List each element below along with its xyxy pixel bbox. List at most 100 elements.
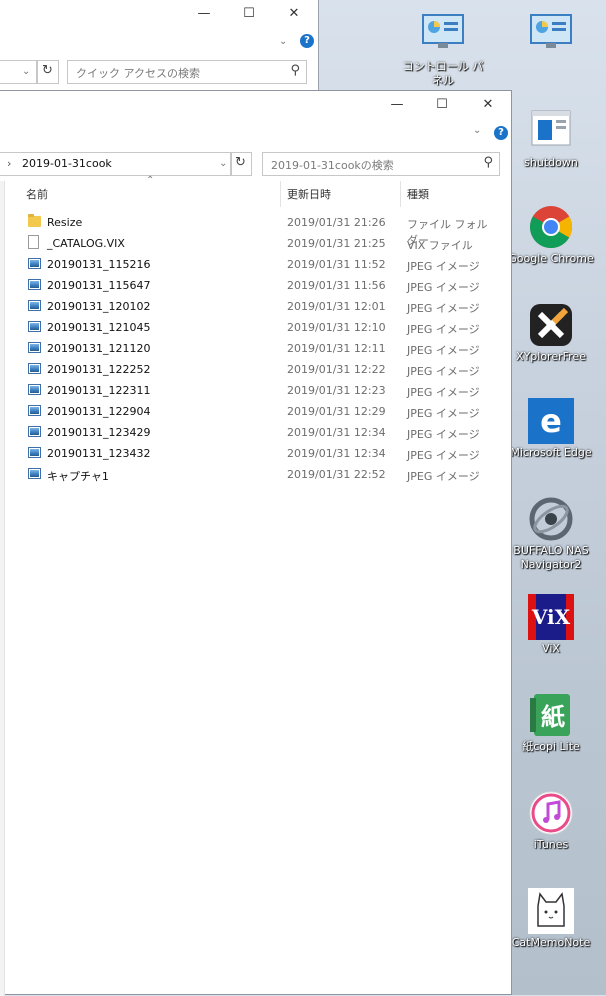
file-name: 20190131_121045 xyxy=(47,321,151,334)
search-input[interactable]: 2019-01-31cookの検索 ⚲ xyxy=(262,152,500,176)
desktop-icon-xyplorer[interactable]: XYplorerFree xyxy=(506,302,596,364)
desktop-icon-label: Google Chrome xyxy=(508,252,594,265)
desktop-icon-control-panel-2[interactable] xyxy=(506,12,596,60)
image-icon xyxy=(28,468,41,479)
file-type: JPEG イメージ xyxy=(407,470,480,483)
column-header-type[interactable]: 種類 xyxy=(407,186,429,202)
file-name: 20190131_115647 xyxy=(47,279,151,292)
file-type: JPEG イメージ xyxy=(407,323,480,336)
buffalo-nas-icon xyxy=(528,496,574,542)
xyplorer-icon xyxy=(528,302,574,348)
desktop-icon-kamicopi[interactable]: 紙 紙copi Lite xyxy=(506,692,596,754)
refresh-icon: ↻ xyxy=(235,155,246,170)
file-type: JPEG イメージ xyxy=(407,428,480,441)
refresh-icon: ↻ xyxy=(42,63,53,78)
file-type: JPEG イメージ xyxy=(407,302,480,315)
list-item[interactable]: 20190131_115216 2019/01/31 11:52 JPEG イメ… xyxy=(24,254,494,275)
itunes-icon xyxy=(528,790,574,836)
control-panel-icon xyxy=(528,12,574,58)
search-placeholder: クイック アクセスの検索 xyxy=(76,67,200,80)
help-icon[interactable]: ? xyxy=(494,126,508,140)
help-icon[interactable]: ? xyxy=(300,34,314,48)
file-name: Resize xyxy=(47,216,83,229)
image-icon xyxy=(28,279,41,290)
desktop-icon-buffalo-nas[interactable]: BUFFALO NAS Navigator2 xyxy=(506,496,596,572)
chevron-down-icon[interactable]: ⌄ xyxy=(473,125,481,136)
column-divider[interactable] xyxy=(400,181,401,207)
file-date: 2019/01/31 12:01 xyxy=(287,300,386,313)
column-header-name[interactable]: 名前 xyxy=(26,186,48,202)
list-item[interactable]: 20190131_123432 2019/01/31 12:34 JPEG イメ… xyxy=(24,443,494,464)
desktop-icon-label: ViX xyxy=(542,642,560,655)
desktop-icon-label: XYplorerFree xyxy=(516,350,586,363)
list-item[interactable]: 20190131_120102 2019/01/31 12:01 JPEG イメ… xyxy=(24,296,494,317)
list-item[interactable]: 20190131_121120 2019/01/31 12:11 JPEG イメ… xyxy=(24,338,494,359)
chevron-down-icon[interactable]: ⌄ xyxy=(279,36,287,47)
file-date: 2019/01/31 12:34 xyxy=(287,426,386,439)
close-icon[interactable]: ✕ xyxy=(286,6,302,22)
file-type: VIX ファイル xyxy=(407,239,473,252)
desktop-icon-label: 紙copi Lite xyxy=(522,740,580,753)
desktop-icon-google-chrome[interactable]: Google Chrome xyxy=(506,204,596,266)
file-date: 2019/01/31 22:52 xyxy=(287,468,386,481)
refresh-button[interactable]: ↻ xyxy=(231,152,252,176)
image-icon xyxy=(28,384,41,395)
back-explorer-window[interactable]: — ☐ ✕ ⌄ ? ⌄ ↻ クイック アクセスの検索 ⚲ xyxy=(0,0,319,91)
file-name: 20190131_120102 xyxy=(47,300,151,313)
control-panel-icon xyxy=(420,12,466,58)
list-item[interactable]: _CATALOG.VIX 2019/01/31 21:25 VIX ファイル xyxy=(24,233,494,254)
desktop-icon-itunes[interactable]: iTunes xyxy=(506,790,596,852)
column-divider[interactable] xyxy=(280,181,281,207)
file-date: 2019/01/31 21:25 xyxy=(287,237,386,250)
column-header-date[interactable]: 更新日時 xyxy=(287,186,331,202)
explorer-window[interactable]: — ☐ ✕ ⌄ ? › 2019-01-31cook ⌄ ↻ 2019-01-3… xyxy=(0,90,512,996)
search-input[interactable]: クイック アクセスの検索 ⚲ xyxy=(67,60,307,84)
edge-icon: e xyxy=(528,398,574,444)
desktop-icon-label: CatMemoNote xyxy=(511,936,591,949)
desktop-icon-microsoft-edge[interactable]: e Microsoft Edge xyxy=(506,398,596,460)
file-type: JPEG イメージ xyxy=(407,344,480,357)
list-item[interactable]: 20190131_121045 2019/01/31 12:10 JPEG イメ… xyxy=(24,317,494,338)
shutdown-icon xyxy=(528,108,574,154)
file-date: 2019/01/31 12:11 xyxy=(287,342,386,355)
navigation-pane-edge[interactable] xyxy=(0,181,5,996)
document-icon xyxy=(28,235,39,249)
list-item[interactable]: 20190131_122311 2019/01/31 12:23 JPEG イメ… xyxy=(24,380,494,401)
folder-icon xyxy=(28,214,41,227)
search-placeholder: 2019-01-31cookの検索 xyxy=(271,159,394,172)
kamicopi-icon: 紙 xyxy=(528,692,574,738)
chevron-down-icon[interactable]: ⌄ xyxy=(22,66,30,77)
file-date: 2019/01/31 12:10 xyxy=(287,321,386,334)
file-name: 20190131_123432 xyxy=(47,447,151,460)
desktop-icon-label: shutdown xyxy=(524,156,578,169)
file-name: 20190131_123429 xyxy=(47,426,151,439)
file-date: 2019/01/31 12:29 xyxy=(287,405,386,418)
minimize-icon[interactable]: — xyxy=(196,6,212,22)
list-item[interactable]: Resize 2019/01/31 21:26 ファイル フォルダー xyxy=(24,212,494,247)
file-date: 2019/01/31 12:34 xyxy=(287,447,386,460)
minimize-icon[interactable]: — xyxy=(389,97,405,113)
desktop-icon-label: Microsoft Edge xyxy=(510,446,592,459)
breadcrumb[interactable]: 2019-01-31cook xyxy=(22,157,112,170)
address-bar[interactable]: › 2019-01-31cook ⌄ xyxy=(0,152,231,176)
chevron-down-icon[interactable]: ⌄ xyxy=(219,158,227,169)
desktop-icon-control-panel[interactable]: コントロール パネル xyxy=(398,12,488,88)
close-icon[interactable]: ✕ xyxy=(480,97,496,113)
svg-text:ViX: ViX xyxy=(531,605,571,629)
desktop-icon-vix[interactable]: ViX ViX xyxy=(506,594,596,656)
file-name: 20190131_122252 xyxy=(47,363,151,376)
maximize-icon[interactable]: ☐ xyxy=(241,6,257,22)
list-item[interactable]: 20190131_122252 2019/01/31 12:22 JPEG イメ… xyxy=(24,359,494,380)
list-item[interactable]: 20190131_115647 2019/01/31 11:56 JPEG イメ… xyxy=(24,275,494,296)
search-icon: ⚲ xyxy=(483,155,493,170)
list-item[interactable]: キャプチャ1 2019/01/31 22:52 JPEG イメージ xyxy=(24,464,494,485)
image-icon xyxy=(28,363,41,374)
maximize-icon[interactable]: ☐ xyxy=(434,97,450,113)
desktop-icon-catmemonote[interactable]: CatMemoNote xyxy=(506,888,596,950)
svg-text:紙: 紙 xyxy=(541,703,565,731)
address-bar[interactable]: ⌄ xyxy=(0,60,37,84)
desktop-icon-shutdown[interactable]: shutdown xyxy=(506,108,596,170)
list-item[interactable]: 20190131_123429 2019/01/31 12:34 JPEG イメ… xyxy=(24,422,494,443)
list-item[interactable]: 20190131_122904 2019/01/31 12:29 JPEG イメ… xyxy=(24,401,494,422)
refresh-button[interactable]: ↻ xyxy=(37,60,59,84)
